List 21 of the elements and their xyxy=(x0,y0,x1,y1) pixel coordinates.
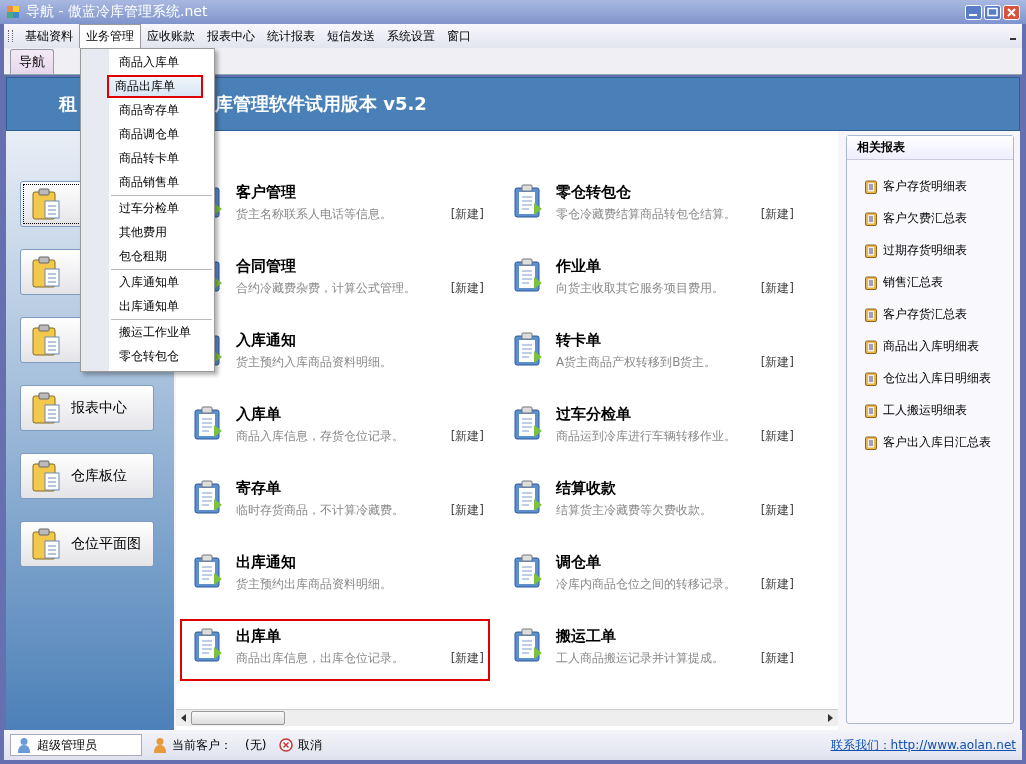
module-description: 临时存货商品，不计算冷藏费。 xyxy=(236,502,404,519)
panel-title: 相关报表 xyxy=(847,136,1013,160)
window-title: 导航 - 傲蓝冷库管理系统.net xyxy=(26,3,208,21)
banner-title: 租 xyxy=(59,92,77,116)
module-description: 结算货主冷藏费等欠费收款。 xyxy=(556,502,712,519)
module-description: 商品运到冷库进行车辆转移作业。 xyxy=(556,428,736,445)
module-description: 冷库内商品仓位之间的转移记录。 xyxy=(556,576,736,593)
module-description: 向货主收取其它服务项目费用。 xyxy=(556,280,724,297)
banner-title: 库管理软件试用版本 v5.2 xyxy=(215,92,427,116)
module-description: 工人商品搬运记录并计算提成。 xyxy=(556,650,724,667)
module-description: A货主商品产权转移到B货主。 xyxy=(556,354,717,371)
customer-value: (无) xyxy=(245,736,267,754)
customer-label: 当前客户： xyxy=(172,736,232,754)
module-description: 货主预约入库商品资料明细。 xyxy=(236,354,392,371)
module-description: 货主预约出库商品资料明细。 xyxy=(236,576,392,593)
module-description: 零仓冷藏费结算商品转包仓结算。 xyxy=(556,206,736,223)
user-name: 超级管理员 xyxy=(37,736,97,754)
module-description: 货主名称联系人电话等信息。 xyxy=(236,206,392,223)
module-description: 商品入库信息，存货仓位记录。 xyxy=(236,428,404,445)
module-description: 商品出库信息，出库仓位记录。 xyxy=(236,650,404,667)
module-description: 合约冷藏费杂费，计算公式管理。 xyxy=(236,280,416,297)
